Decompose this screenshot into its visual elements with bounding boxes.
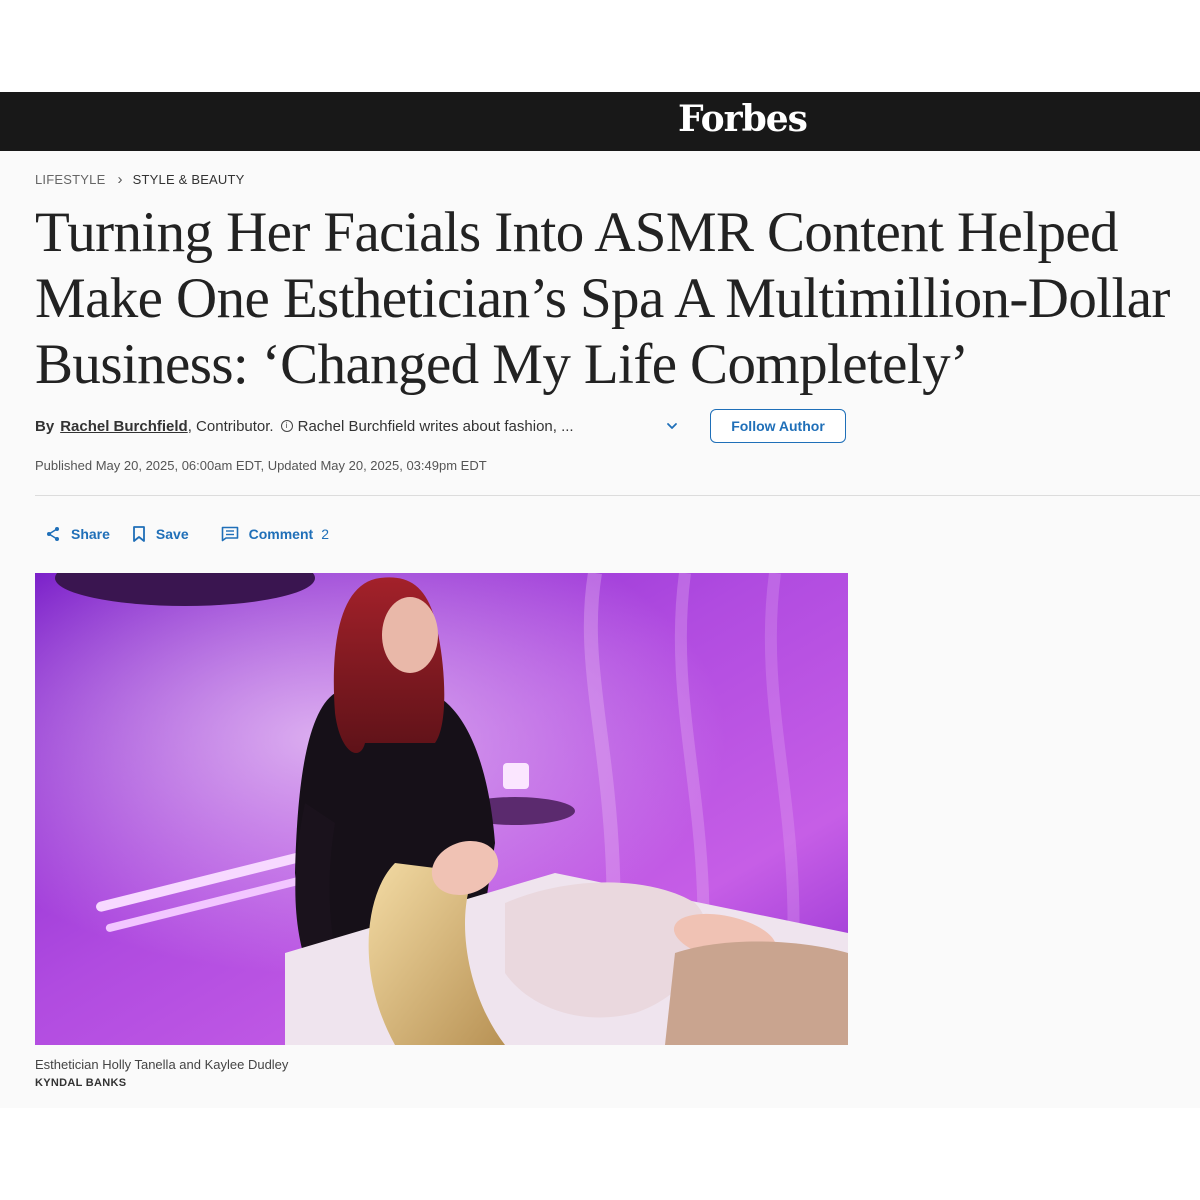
- article-headline: Turning Her Facials Into ASMR Content He…: [35, 201, 1170, 396]
- chevron-down-icon[interactable]: [665, 419, 679, 433]
- byline-prefix: By: [35, 417, 55, 435]
- image-caption: Esthetician Holly Tanella and Kaylee Dud…: [35, 1057, 289, 1072]
- share-icon: [47, 527, 59, 541]
- breadcrumb-lifestyle[interactable]: LIFESTYLE: [35, 172, 105, 187]
- info-icon: i: [280, 420, 293, 432]
- author-role: , Contributor.: [187, 417, 274, 435]
- save-button[interactable]: Save: [132, 526, 189, 542]
- follow-author-button[interactable]: Follow Author: [710, 409, 846, 443]
- comment-count: 2: [321, 526, 329, 542]
- hero-photo-illustration: [35, 573, 848, 1045]
- save-label: Save: [155, 526, 189, 542]
- publish-dates: Published May 20, 2025, 06:00am EDT, Upd…: [35, 458, 487, 473]
- author-bio-snippet: Rachel Burchfield writes about fashion, …: [297, 417, 574, 435]
- comment-label: Comment: [248, 526, 314, 542]
- forbes-logo[interactable]: Forbes: [678, 97, 808, 141]
- image-credit: KYNDAL BANKS: [35, 1077, 127, 1089]
- comment-button[interactable]: Comment 2: [221, 526, 329, 542]
- hero-image[interactable]: [35, 573, 848, 1045]
- share-label: Share: [71, 526, 110, 542]
- bookmark-icon: [133, 526, 145, 542]
- breadcrumb-style-beauty[interactable]: STYLE & BEAUTY: [133, 172, 245, 187]
- author-link[interactable]: Rachel Burchfield: [60, 418, 188, 435]
- byline: By Rachel Burchfield , Contributor. i Ra…: [35, 415, 574, 437]
- breadcrumb: LIFESTYLE › STYLE & BEAUTY: [35, 172, 245, 187]
- share-button[interactable]: Share: [45, 526, 110, 542]
- top-nav-bar: [0, 92, 1200, 151]
- comment-icon: [221, 526, 238, 542]
- article-actions: Share Save Comment 2: [45, 523, 351, 545]
- divider: [35, 495, 1200, 496]
- chevron-right-icon: ›: [117, 171, 123, 188]
